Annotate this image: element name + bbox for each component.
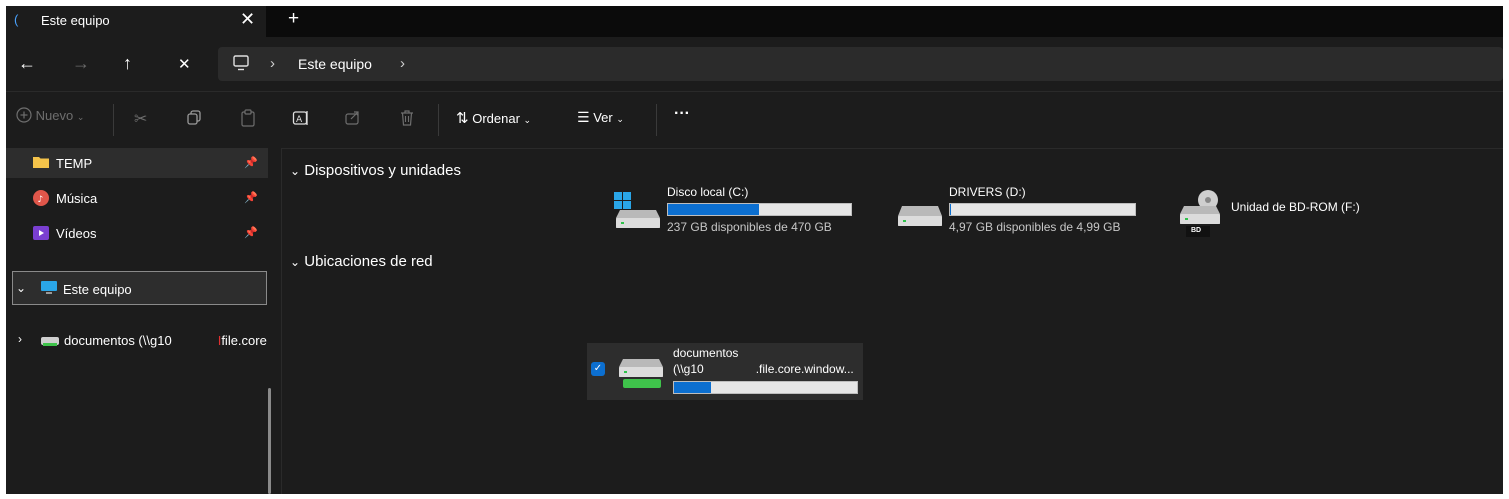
pc-icon — [41, 281, 57, 298]
view-list-icon: ☰ — [577, 109, 590, 125]
pin-icon[interactable]: 📌 — [244, 226, 258, 239]
drive-usage-fill — [950, 204, 951, 215]
selected-checkbox[interactable]: ✓ — [591, 362, 605, 376]
sidebar-item-documentos[interactable]: › documentos (\\g10 Ifile.core — [6, 325, 268, 355]
view-label: Ver — [593, 110, 613, 125]
chevron-down-icon: ⌄ — [523, 115, 532, 125]
navigation-pane: TEMP 📌 ♪ Música 📌 Vídeos 📌 ⌄ Este equipo — [6, 148, 281, 494]
explorer-tab-icon: ( — [14, 12, 19, 27]
copy-icon[interactable] — [186, 109, 203, 129]
network-path-prefix: documentos (\\g10 — [64, 333, 172, 348]
svg-text:A: A — [296, 115, 303, 125]
chevron-right-icon[interactable]: › — [18, 332, 22, 346]
share-icon[interactable] — [344, 109, 361, 129]
file-explorer-window: ( Este equipo ✕ + ← → ↑ ✕ › Este equipo … — [6, 6, 1503, 494]
network-location-documentos[interactable]: ✓ documentos (\\g10 .file.core.window... — [587, 343, 863, 400]
sidebar-item-musica[interactable]: ♪ Música 📌 — [6, 183, 268, 213]
new-button[interactable]: Nuevo ⌄ — [16, 107, 84, 123]
drive-icon — [894, 188, 944, 235]
video-icon — [33, 225, 49, 244]
sidebar-item-temp[interactable]: TEMP 📌 — [6, 148, 268, 178]
drive-d[interactable]: DRIVERS (D:) 4,97 GB disponibles de 4,99… — [894, 184, 1144, 234]
network-path-suffix: file.core — [221, 333, 267, 348]
tab-bar: ( Este equipo ✕ + — [6, 6, 1503, 37]
sort-button[interactable]: ⇅ Ordenar ⌄ — [456, 109, 531, 127]
section-network[interactable]: ⌄ Ubicaciones de red — [290, 253, 433, 270]
tab-este-equipo[interactable]: ( Este equipo ✕ — [6, 6, 266, 37]
drive-name: Unidad de BD-ROM (F:) — [1231, 200, 1360, 214]
chevron-down-icon: ⌄ — [616, 114, 624, 124]
chevron-down-icon: ⌄ — [290, 164, 301, 178]
breadcrumb-este-equipo[interactable]: Este equipo — [298, 56, 372, 72]
sidebar-item-este-equipo[interactable]: ⌄ Este equipo — [12, 271, 267, 305]
sidebar-item-label: Música — [56, 191, 98, 206]
windows-drive-icon — [612, 188, 662, 235]
sidebar-item-label: documentos (\\g10 Ifile.core — [64, 333, 267, 348]
network-path-prefix: (\\g10 — [673, 362, 704, 376]
network-path-suffix: .file.core.window... — [755, 362, 854, 376]
pc-icon — [232, 54, 250, 77]
sidebar-item-videos[interactable]: Vídeos 📌 — [6, 218, 268, 248]
drive-usage-bar — [949, 203, 1136, 216]
toolbar-divider — [438, 104, 439, 136]
chevron-right-icon[interactable]: › — [270, 55, 275, 72]
section-network-title: Ubicaciones de red — [304, 253, 433, 270]
folder-icon — [33, 155, 49, 172]
back-icon[interactable]: ← — [18, 53, 36, 74]
sort-label: Ordenar — [472, 111, 520, 126]
drive-c[interactable]: Disco local (C:) 237 GB disponibles de 4… — [612, 184, 862, 234]
tab-title: Este equipo — [41, 13, 110, 28]
drive-f[interactable]: BD Unidad de BD-ROM (F:) — [1176, 184, 1396, 237]
drive-name: Disco local (C:) — [667, 185, 749, 199]
music-icon: ♪ — [33, 190, 49, 209]
new-tab-button[interactable]: + — [288, 8, 299, 30]
redacted-region — [171, 333, 218, 345]
chevron-down-icon: ⌄ — [290, 255, 301, 269]
drive-free-space: 237 GB disponibles de 470 GB — [667, 220, 832, 234]
bd-badge: BD — [1191, 227, 1202, 234]
sidebar-item-label: Vídeos — [56, 226, 97, 241]
pin-icon[interactable]: 📌 — [244, 156, 258, 169]
network-usage-fill — [674, 382, 711, 393]
up-icon[interactable]: ↑ — [123, 53, 132, 74]
more-options-button[interactable]: ··· — [674, 105, 690, 123]
navigation-row: ← → ↑ ✕ › Este equipo › — [6, 37, 1503, 91]
stop-icon[interactable]: ✕ — [178, 55, 191, 73]
network-drive-icon — [41, 335, 59, 350]
section-devices-title: Dispositivos y unidades — [304, 162, 461, 179]
network-location-name: documentos — [673, 346, 739, 360]
address-bar[interactable]: › Este equipo › — [218, 47, 1503, 81]
drive-free-space: 4,97 GB disponibles de 4,99 GB — [949, 220, 1121, 234]
network-usage-bar — [673, 381, 858, 394]
paste-icon[interactable] — [240, 109, 256, 130]
plus-circle-icon — [16, 107, 32, 123]
cut-icon[interactable]: ✂ — [134, 109, 147, 129]
sort-icon: ⇅ — [456, 110, 469, 127]
close-icon[interactable]: ✕ — [240, 9, 255, 30]
forward-icon[interactable]: → — [72, 53, 90, 74]
drive-usage-bar — [667, 203, 852, 216]
sidebar-item-label: Este equipo — [63, 282, 132, 297]
chevron-right-icon[interactable]: › — [400, 55, 405, 72]
delete-icon[interactable] — [399, 109, 415, 130]
chevron-down-icon: ⌄ — [76, 112, 85, 122]
command-bar: Nuevo ⌄ ✂ A ⇅ Ordenar ⌄ ☰ Ver ⌄ ··· — [6, 91, 1503, 149]
drive-usage-fill — [668, 204, 759, 215]
network-location-path: (\\g10 .file.core.window... — [673, 362, 854, 376]
svg-text:♪: ♪ — [38, 195, 44, 205]
network-drive-icon — [615, 353, 665, 400]
sidebar-item-label: TEMP — [56, 156, 93, 171]
rename-icon[interactable]: A — [292, 109, 310, 130]
chevron-down-icon[interactable]: ⌄ — [16, 281, 26, 295]
pin-icon[interactable]: 📌 — [244, 191, 258, 204]
view-button[interactable]: ☰ Ver ⌄ — [577, 109, 624, 126]
section-devices[interactable]: ⌄ Dispositivos y unidades — [290, 162, 461, 179]
content-pane: ⌄ Dispositivos y unidades Disco local (C… — [282, 148, 1503, 494]
bd-rom-icon: BD — [1176, 186, 1226, 243]
sidebar-scrollbar[interactable] — [268, 388, 271, 494]
drive-name: DRIVERS (D:) — [949, 185, 1026, 199]
toolbar-divider — [113, 104, 114, 136]
new-label: Nuevo — [35, 108, 74, 123]
toolbar-divider — [656, 104, 657, 136]
